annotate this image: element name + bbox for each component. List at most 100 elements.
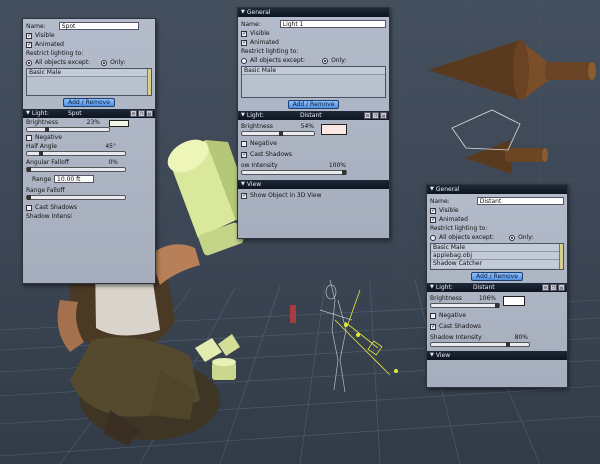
- collapse-triangle-icon[interactable]: ▼: [430, 351, 434, 360]
- brightness-slider[interactable]: [241, 131, 315, 136]
- light-color-swatch[interactable]: [503, 296, 525, 306]
- brightness-slider[interactable]: [430, 303, 500, 308]
- copy-icon[interactable]: ❐: [550, 284, 557, 291]
- list-item[interactable]: Basic Male: [27, 69, 151, 77]
- visible-checkbox[interactable]: [430, 207, 436, 214]
- angular-falloff-slider[interactable]: [26, 167, 126, 172]
- list-item[interactable]: Basic Male: [431, 244, 563, 252]
- cast-shadows-checkbox[interactable]: [26, 204, 32, 211]
- brightness-slider-thumb[interactable]: [278, 131, 283, 136]
- view-section-header[interactable]: ▼ View: [427, 351, 567, 360]
- light-section-header[interactable]: ▼ Light: Distant ⚙ ❐ ▤: [427, 283, 567, 292]
- restrict-label: Restrict lighting to:: [430, 225, 488, 232]
- half-angle-slider-thumb[interactable]: [39, 151, 43, 156]
- distant-light-cone-large: [428, 40, 596, 100]
- list-scrollbar[interactable]: [147, 69, 151, 95]
- brightness-label: Brightness: [26, 119, 58, 126]
- brightness-value: 23%: [86, 119, 100, 126]
- brightness-slider-thumb[interactable]: [44, 127, 49, 132]
- shadow-intensity-label: Shadow Intensity: [430, 334, 482, 341]
- animated-label: Animated: [35, 41, 64, 48]
- general-section-header[interactable]: ▼ General: [238, 8, 389, 17]
- name-field[interactable]: Light 1: [279, 20, 386, 28]
- add-remove-button[interactable]: Add / Remove: [287, 100, 340, 109]
- angular-falloff-slider-thumb[interactable]: [27, 167, 31, 172]
- visible-checkbox[interactable]: [26, 32, 32, 39]
- collapse-triangle-icon[interactable]: ▼: [241, 111, 245, 120]
- cast-shadows-checkbox[interactable]: [430, 323, 436, 330]
- visible-label: Visible: [439, 207, 459, 214]
- all-except-radio[interactable]: [430, 234, 436, 241]
- range-falloff-slider-thumb[interactable]: [27, 195, 31, 200]
- cast-shadows-checkbox[interactable]: [241, 151, 247, 158]
- brightness-slider-thumb[interactable]: [495, 303, 499, 308]
- view-header-label: View: [246, 181, 262, 188]
- negative-checkbox[interactable]: [26, 134, 32, 141]
- range-falloff-slider[interactable]: [26, 195, 126, 200]
- collapse-triangle-icon[interactable]: ▼: [241, 8, 245, 17]
- paste-icon[interactable]: ▤: [380, 112, 387, 119]
- gear-icon[interactable]: ⚙: [130, 110, 137, 117]
- object-list[interactable]: Basic Male applebag.obj Shadow Catcher: [430, 243, 564, 270]
- all-except-radio[interactable]: [241, 57, 247, 64]
- light-color-swatch[interactable]: [109, 120, 129, 127]
- name-field[interactable]: Spot: [58, 22, 139, 30]
- brightness-value: 54%: [300, 123, 314, 130]
- gear-icon[interactable]: ⚙: [364, 112, 371, 119]
- all-except-label: All objects except:: [439, 234, 495, 241]
- collapse-triangle-icon[interactable]: ▼: [241, 180, 245, 189]
- collapse-triangle-icon[interactable]: ▼: [430, 185, 434, 194]
- gear-icon[interactable]: ⚙: [542, 284, 549, 291]
- name-label: Name:: [241, 20, 261, 28]
- animated-checkbox[interactable]: [430, 216, 436, 223]
- only-radio[interactable]: [509, 234, 516, 241]
- only-radio[interactable]: [322, 57, 329, 64]
- add-remove-button[interactable]: Add / Remove: [63, 98, 115, 107]
- copy-icon[interactable]: ❐: [138, 110, 145, 117]
- cast-shadows-label: Cast Shadows: [250, 151, 293, 158]
- list-scrollbar[interactable]: [559, 244, 563, 269]
- animated-checkbox[interactable]: [26, 41, 32, 48]
- list-item[interactable]: applebag.obj: [431, 252, 563, 260]
- general-section-header[interactable]: ▼ General: [427, 185, 567, 194]
- visible-checkbox[interactable]: [241, 30, 247, 37]
- range-falloff-label: Range Falloff: [26, 187, 65, 194]
- only-radio[interactable]: [101, 59, 108, 66]
- restrict-label: Restrict lighting to:: [26, 50, 84, 57]
- shadow-intensity-slider[interactable]: [241, 170, 347, 175]
- light-header-label: Light:: [31, 110, 49, 117]
- add-remove-button[interactable]: Add / Remove: [471, 272, 523, 281]
- list-item[interactable]: Shadow Catcher: [431, 260, 563, 268]
- negative-checkbox[interactable]: [241, 140, 247, 147]
- all-except-radio[interactable]: [26, 59, 32, 66]
- red-marker: [290, 305, 296, 323]
- light-section-header[interactable]: ▼ Light: Distant ⚙ ❐ ▤: [238, 111, 389, 120]
- paste-icon[interactable]: ▤: [558, 284, 565, 291]
- negative-checkbox[interactable]: [430, 312, 436, 319]
- brightness-slider[interactable]: [26, 127, 110, 132]
- shadow-intensity-value: 80%: [514, 334, 528, 341]
- object-list[interactable]: Basic Male: [241, 66, 386, 98]
- object-list[interactable]: Basic Male: [26, 68, 152, 96]
- half-angle-slider[interactable]: [26, 151, 126, 156]
- distant-light-panel: ▼ General Name: Distant Visible Animated…: [426, 184, 568, 388]
- spot-light-panel: Name: Spot Visible Animated Restrict lig…: [22, 18, 156, 284]
- show-object-checkbox[interactable]: [241, 192, 247, 199]
- animated-checkbox[interactable]: [241, 39, 247, 46]
- view-section-header[interactable]: ▼ View: [238, 180, 389, 189]
- paste-icon[interactable]: ▤: [146, 110, 153, 117]
- name-field[interactable]: Distant: [476, 197, 564, 205]
- general-header-label: General: [246, 9, 271, 16]
- collapse-triangle-icon[interactable]: ▼: [26, 109, 30, 118]
- light-color-swatch[interactable]: [321, 124, 347, 135]
- list-item[interactable]: Basic Male: [242, 67, 385, 75]
- light-section-header[interactable]: ▼ Light: Spot ⚙ ❐ ▤: [23, 109, 155, 118]
- copy-icon[interactable]: ❐: [372, 112, 379, 119]
- shadow-intensity-slider-thumb[interactable]: [342, 170, 346, 175]
- collapse-triangle-icon[interactable]: ▼: [430, 283, 434, 292]
- range-field[interactable]: 10.00 ft: [54, 175, 95, 183]
- shadow-intensity-slider[interactable]: [430, 342, 530, 347]
- view-header-label: View: [435, 352, 451, 359]
- shadow-intensity-slider-thumb[interactable]: [506, 342, 511, 347]
- cast-shadows-label: Cast Shadows: [439, 323, 482, 330]
